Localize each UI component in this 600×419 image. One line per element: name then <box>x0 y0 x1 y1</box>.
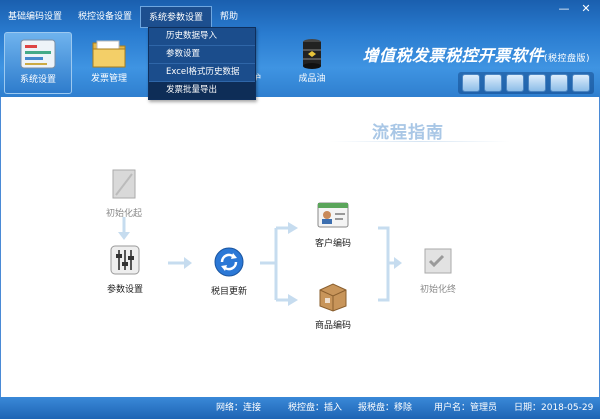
sync-icon <box>214 247 244 277</box>
flow-connectors <box>118 217 402 306</box>
flow-node-init-start[interactable]: 初始化起 <box>100 168 148 219</box>
status-network: 网络：连接 <box>216 403 262 413</box>
status-report-disk: 报税盘：移除 <box>358 403 413 413</box>
app-window: 基础编码设置 税控设备设置 系统参数设置 帮助 — ✕ 系统设置 发票管理 护 … <box>0 0 600 419</box>
dd-invoice-batch-export[interactable]: 发票批量导出 <box>149 82 255 99</box>
id-card-icon <box>317 202 349 228</box>
dd-param-settings[interactable]: 参数设置 <box>149 46 255 64</box>
status-bar: 网络：连接 税控盘：插入 报税盘：移除 用户名：管理员 日期：2018-05-2… <box>0 397 600 419</box>
system-params-dropdown: 历史数据导入 参数设置 Excel格式历史数据 发票批量导出 <box>148 27 256 100</box>
flow-node-init-end[interactable]: 初始化终 <box>412 246 464 295</box>
status-date: 日期：2018-05-29 <box>514 403 594 413</box>
flow-node-params[interactable]: 参数设置 <box>100 244 150 295</box>
dd-history-import[interactable]: 历史数据导入 <box>149 28 255 46</box>
package-box-icon <box>319 283 347 312</box>
flow-node-product[interactable]: 商品编码 <box>308 280 358 331</box>
flow-node-customer[interactable]: 客户编码 <box>308 200 358 249</box>
sliders-icon <box>110 245 140 275</box>
dd-excel-history[interactable]: Excel格式历史数据 <box>149 64 255 82</box>
status-user: 用户名：管理员 <box>434 403 498 413</box>
flow-node-tax-update[interactable]: 税目更新 <box>204 246 254 297</box>
status-tax-disk: 税控盘：插入 <box>288 403 343 413</box>
checklist-icon <box>424 248 452 274</box>
document-icon <box>112 169 136 199</box>
